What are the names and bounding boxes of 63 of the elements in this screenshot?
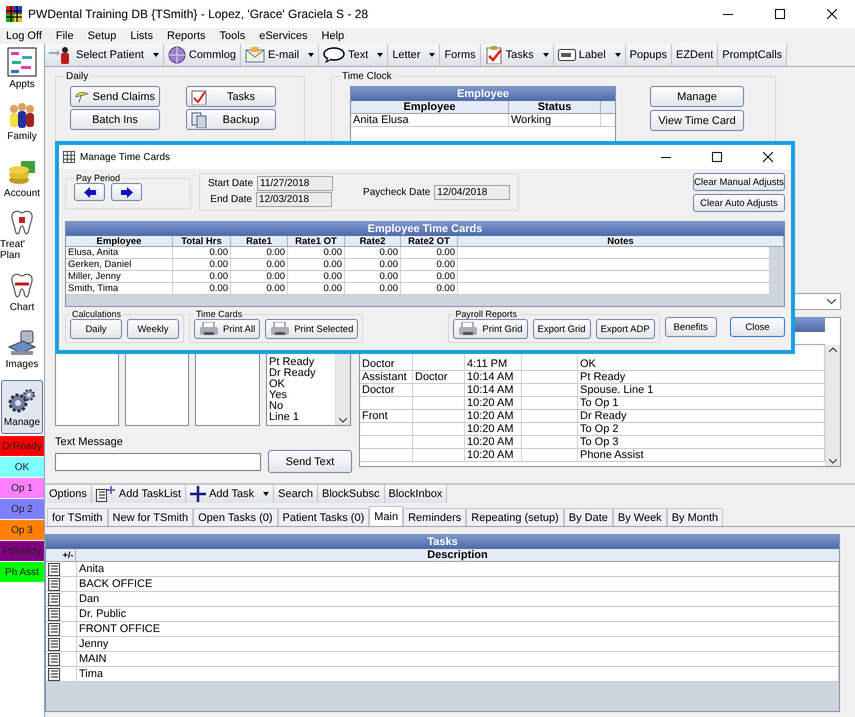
table-cell: 0.00	[288, 247, 345, 258]
table-cell: 0.00	[345, 283, 401, 294]
column-header: Employee	[66, 236, 173, 246]
table-cell: Doctor	[360, 384, 413, 396]
column-header: Employee	[351, 101, 509, 113]
table-cell: 0.00	[173, 271, 231, 282]
group-title: Time Clock	[341, 71, 393, 82]
grid-title: Employee Time Cards	[66, 222, 784, 236]
table-cell: 0.00	[231, 283, 288, 294]
table-cell: 10:14 AM	[465, 384, 522, 396]
group-title: Payroll Reports	[454, 309, 518, 319]
dialog-title: Manage Time Cards	[80, 152, 172, 162]
column-header: Total Hrs	[173, 236, 231, 246]
table-cell: Doctor	[413, 371, 465, 383]
table-cell: 0.00	[345, 259, 401, 270]
table-cell: Working	[509, 114, 601, 126]
column-header: Description	[426, 549, 489, 561]
table-cell: 0.00	[231, 271, 288, 282]
field-label: End Date	[209, 194, 252, 205]
column-header: Notes	[458, 236, 784, 246]
table-cell: 0.00	[345, 271, 401, 282]
table-cell: 10:20 AM	[465, 449, 522, 461]
table-cell: 0.00	[231, 259, 288, 270]
table-cell: 0.00	[401, 271, 458, 282]
table-cell: Assistant	[360, 371, 413, 383]
field-label: Paycheck Date	[363, 186, 430, 198]
table-cell: Elusa, Anita	[66, 247, 173, 258]
column-header: Status	[509, 101, 601, 113]
table-cell: Gerken, Daniel	[66, 259, 173, 270]
grid-title: Tasks	[46, 535, 839, 549]
table-cell: Anita Elusa	[351, 114, 509, 126]
table-cell: Miller, Jenny	[66, 271, 173, 282]
group-title: Time Cards	[195, 309, 244, 319]
table-cell: 0.00	[288, 283, 345, 294]
table-cell: 10:20 AM	[465, 410, 522, 422]
column-header: +/-	[61, 549, 76, 561]
table-cell: 0.00	[401, 247, 458, 258]
field-label: Text Message	[55, 436, 124, 448]
table-cell: 10:20 AM	[465, 423, 522, 435]
table-cell: 0.00	[173, 247, 231, 258]
table-cell: 0.00	[288, 271, 345, 282]
table-cell: 10:20 AM	[465, 436, 522, 448]
table-cell: 10:14 AM	[465, 371, 522, 383]
table-cell: Front	[360, 410, 413, 422]
table-cell: 0.00	[173, 259, 231, 270]
column-header: Rate1	[231, 236, 288, 246]
table-cell: 0.00	[345, 247, 401, 258]
table-cell: 10:20 AM	[465, 397, 522, 409]
column-header: Rate1 OT	[288, 236, 345, 246]
group-title: Daily	[65, 71, 90, 82]
group-title: Calculations	[71, 309, 122, 319]
column-header: Rate2 OT	[401, 236, 458, 246]
table-cell: 0.00	[288, 259, 345, 270]
table-cell: 0.00	[401, 259, 458, 270]
window-title: PWDental Training DB {TSmith} - Lopez, 'Grace' Graciela S - 28	[28, 7, 370, 21]
group-title: Pay Period	[75, 173, 122, 183]
table-cell: 0.00	[231, 247, 288, 258]
grid-title: Employee	[351, 87, 615, 101]
column-header: Rate2	[345, 236, 401, 246]
table-cell: 0.00	[401, 283, 458, 294]
table-cell: Smith, Tima	[66, 283, 173, 294]
table-cell: 0.00	[173, 283, 231, 294]
field-label: Start Date	[208, 178, 254, 189]
